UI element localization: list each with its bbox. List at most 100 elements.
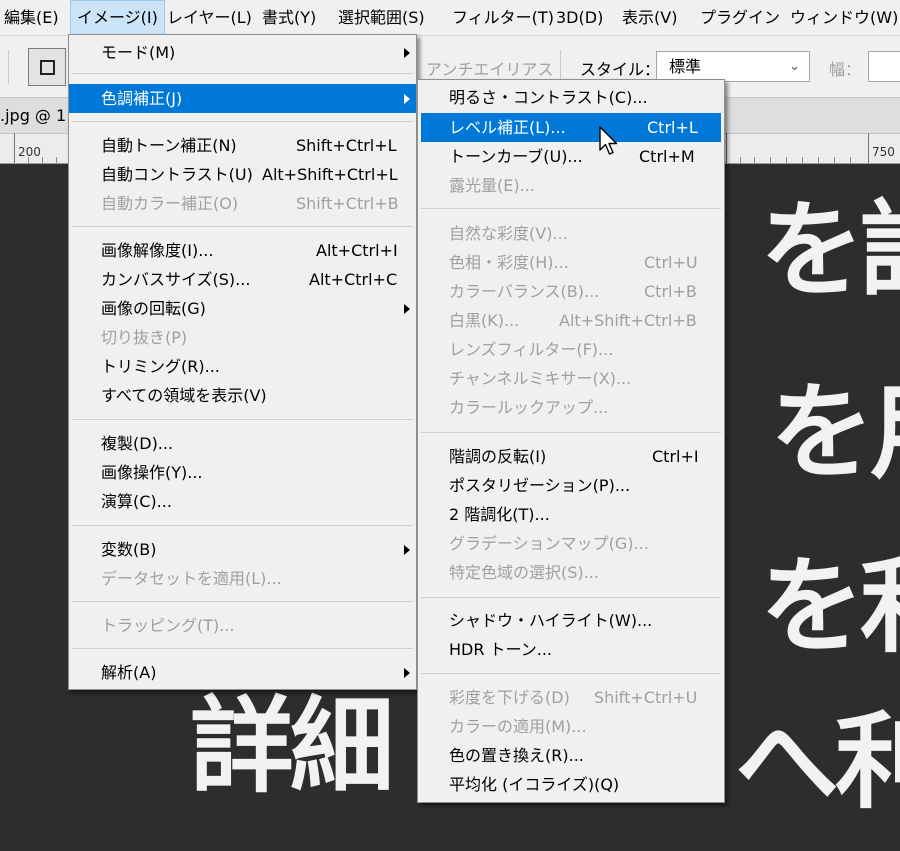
- menu-filter[interactable]: フィルター(T): [452, 0, 554, 36]
- chevron-down-icon: ⌄: [789, 59, 800, 74]
- menu-item-color-lookup: カラールックアップ...: [418, 393, 724, 422]
- style-label: スタイル：: [580, 60, 661, 79]
- menu-view[interactable]: 表示(V): [622, 0, 677, 36]
- menu-bar: 編集(E) イメージ(I) レイヤー(L) 書式(Y) 選択範囲(S) フィルタ…: [0, 0, 900, 36]
- menu-item-label: トラッピング(T)...: [101, 616, 235, 635]
- menu-item-calculations[interactable]: 演算(C)...: [69, 487, 416, 516]
- menu-item-label: HDR トーン...: [449, 640, 553, 659]
- menu-window[interactable]: ウィンドウ(W): [790, 0, 898, 36]
- menu-item-analysis[interactable]: 解析(A): [69, 658, 416, 687]
- menu-item-label: レベル補正(L)...: [449, 118, 566, 137]
- menu-item-channel-mixer: チャンネルミキサー(X)...: [418, 364, 724, 393]
- menu-item-apply-image[interactable]: 画像操作(Y)...: [69, 458, 416, 487]
- antialias-label[interactable]: アンチエイリアス: [426, 56, 553, 80]
- menu-separator: [72, 648, 413, 649]
- menu-item-black-white: 白黒(K)... Alt+Shift+Ctrl+B: [418, 306, 724, 335]
- menu-type[interactable]: 書式(Y): [262, 0, 316, 36]
- menu-item-selective-color: 特定色域の選択(S)...: [418, 558, 724, 587]
- menu-item-label: ポスタリゼーション(P)...: [449, 476, 631, 495]
- menu-separator: [72, 419, 413, 420]
- menu-layer[interactable]: レイヤー(L): [167, 0, 252, 36]
- menu-item-duplicate[interactable]: 複製(D)...: [69, 429, 416, 458]
- menu-3d[interactable]: 3D(D): [556, 0, 603, 36]
- submenu-arrow-icon: [404, 94, 410, 104]
- submenu-arrow-icon: [404, 545, 410, 555]
- menu-separator: [72, 73, 413, 74]
- menu-item-image-rotation[interactable]: 画像の回転(G): [69, 294, 416, 323]
- menu-item-hdr-toning[interactable]: HDR トーン...: [418, 635, 724, 664]
- menu-item-shortcut: Ctrl+B: [644, 282, 697, 301]
- menu-item-image-size[interactable]: 画像解像度(I)... Alt+Ctrl+I: [69, 236, 416, 265]
- chalk-text: へ利: [735, 700, 900, 823]
- menu-item-label: 階調の反転(I): [449, 447, 547, 466]
- menu-item-label: 特定色域の選択(S)...: [449, 563, 599, 582]
- menu-edit[interactable]: 編集(E): [4, 0, 59, 36]
- menu-item-levels[interactable]: レベル補正(L)... Ctrl+L: [421, 113, 721, 142]
- menu-item-shortcut: Ctrl+L: [647, 118, 698, 137]
- new-selection-button[interactable]: [28, 48, 66, 86]
- menu-item-canvas-size[interactable]: カンバスサイズ(S)... Alt+Ctrl+C: [69, 265, 416, 294]
- menu-item-auto-contrast[interactable]: 自動コントラスト(U) Alt+Shift+Ctrl+L: [69, 160, 416, 189]
- image-menu: モード(M) 色調補正(J) 自動トーン補正(N) Shift+Ctrl+L 自…: [68, 34, 417, 690]
- menu-item-posterize[interactable]: ポスタリゼーション(P)...: [418, 471, 724, 500]
- chalk-text: 詳細: [190, 684, 394, 807]
- adjustments-submenu: 明るさ・コントラスト(C)... レベル補正(L)... Ctrl+L トーンカ…: [417, 79, 725, 803]
- width-input[interactable]: [868, 51, 900, 82]
- menu-item-label: 自然な彩度(V)...: [449, 224, 568, 243]
- menu-item-adjustments[interactable]: 色調補正(J): [69, 84, 416, 113]
- menu-item-label: トリミング(R)...: [101, 357, 220, 376]
- ruler-tick: [818, 157, 819, 163]
- submenu-arrow-icon: [404, 48, 410, 58]
- ruler-tick: [786, 157, 787, 163]
- menu-item-label: カラーの適用(M)...: [449, 717, 587, 736]
- mouse-cursor-icon: [599, 126, 618, 155]
- ruler-tick: [740, 157, 741, 163]
- menu-item-label: 色調補正(J): [101, 89, 183, 108]
- menu-item-shortcut: Shift+Ctrl+B: [296, 194, 399, 213]
- menu-item-label: 自動カラー補正(O): [101, 194, 239, 213]
- menu-item-variables[interactable]: 変数(B): [69, 535, 416, 564]
- menu-item-shortcut: Alt+Ctrl+I: [316, 241, 398, 260]
- menu-item-invert[interactable]: 階調の反転(I) Ctrl+I: [418, 442, 724, 471]
- menu-item-label: 画像解像度(I)...: [101, 241, 214, 260]
- menu-item-gradient-map: グラデーションマップ(G)...: [418, 529, 724, 558]
- ruler-tick: [802, 157, 803, 163]
- style-select-value: 標準: [669, 57, 702, 76]
- menu-item-brightness-contrast[interactable]: 明るさ・コントラスト(C)...: [418, 83, 724, 112]
- menu-item-label: トーンカーブ(U)...: [449, 147, 583, 166]
- menu-item-label: 画像の回転(G): [101, 299, 206, 318]
- menu-separator: [72, 121, 413, 122]
- submenu-arrow-icon: [404, 304, 410, 314]
- menu-item-label: シャドウ・ハイライト(W)...: [449, 611, 653, 630]
- menu-item-label: 露光量(E)...: [449, 176, 535, 195]
- menu-item-vibrance: 自然な彩度(V)...: [418, 219, 724, 248]
- menu-item-threshold[interactable]: 2 階調化(T)...: [418, 500, 724, 529]
- width-label: 幅：: [829, 60, 862, 79]
- menu-item-hue-saturation: 色相・彩度(H)... Ctrl+U: [418, 248, 724, 277]
- menu-select[interactable]: 選択範囲(S): [338, 0, 425, 36]
- menu-item-mode[interactable]: モード(M): [69, 38, 416, 67]
- menu-separator: [421, 597, 721, 598]
- menu-item-replace-color[interactable]: 色の置き換え(R)...: [418, 741, 724, 770]
- menu-plugins[interactable]: プラグイン: [700, 0, 780, 36]
- menu-item-label: すべての領域を表示(V): [101, 386, 267, 405]
- menu-item-desaturate: 彩度を下げる(D) Shift+Ctrl+U: [418, 683, 724, 712]
- menu-separator: [72, 226, 413, 227]
- menu-item-equalize[interactable]: 平均化 (イコライズ)(Q): [418, 770, 724, 799]
- menu-item-apply-data-set: データセットを適用(L)...: [69, 564, 416, 593]
- menu-item-label: カンバスサイズ(S)...: [101, 270, 251, 289]
- menu-item-curves[interactable]: トーンカーブ(U)... Ctrl+M: [418, 142, 724, 171]
- menu-item-crop: 切り抜き(P): [69, 323, 416, 352]
- ruler-tick: [14, 133, 15, 163]
- menu-image[interactable]: イメージ(I): [70, 0, 165, 36]
- menu-item-reveal-all[interactable]: すべての領域を表示(V): [69, 381, 416, 410]
- menu-item-trim[interactable]: トリミング(R)...: [69, 352, 416, 381]
- menu-item-label: 白黒(K)...: [449, 311, 520, 330]
- options-divider: [8, 50, 9, 84]
- menu-item-shadows-highlights[interactable]: シャドウ・ハイライト(W)...: [418, 606, 724, 635]
- menu-separator: [421, 208, 721, 209]
- style-select[interactable]: 標準 ⌄: [656, 51, 810, 82]
- menu-separator: [421, 673, 721, 674]
- menu-separator: [72, 525, 413, 526]
- menu-item-auto-tone[interactable]: 自動トーン補正(N) Shift+Ctrl+L: [69, 131, 416, 160]
